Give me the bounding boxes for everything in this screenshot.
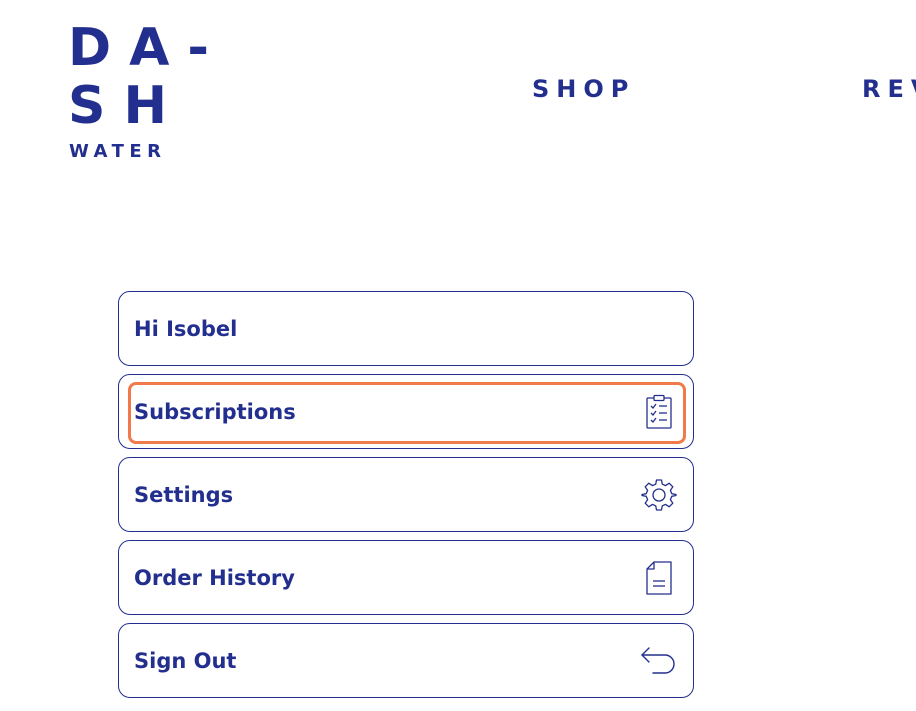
logo-subtitle: WATER <box>69 141 167 162</box>
account-menu: Hi Isobel Subscriptions Settings Order H… <box>118 291 694 706</box>
order-history-button[interactable]: Order History <box>118 540 694 615</box>
logo-line-2: SH <box>68 76 185 136</box>
order-history-label: Order History <box>134 565 295 590</box>
clipboard-checklist-icon <box>639 392 679 432</box>
nav-reviews-link[interactable]: REV <box>862 74 916 104</box>
settings-label: Settings <box>134 482 234 507</box>
settings-button[interactable]: Settings <box>118 457 694 532</box>
subscriptions-label: Subscriptions <box>134 399 296 424</box>
subscriptions-button[interactable]: Subscriptions <box>118 374 694 449</box>
logo-line-1: DA- <box>68 18 227 78</box>
document-icon <box>639 558 679 598</box>
greeting-text: Hi Isobel <box>134 316 238 341</box>
greeting-card: Hi Isobel <box>118 291 694 366</box>
gear-icon <box>639 475 679 515</box>
sign-out-label: Sign Out <box>134 648 237 673</box>
dash-water-logo[interactable]: DA- SH WATER <box>68 22 209 164</box>
sign-out-button[interactable]: Sign Out <box>118 623 694 698</box>
return-arrow-icon <box>639 641 679 681</box>
nav-shop-link[interactable]: SHOP <box>532 74 635 104</box>
